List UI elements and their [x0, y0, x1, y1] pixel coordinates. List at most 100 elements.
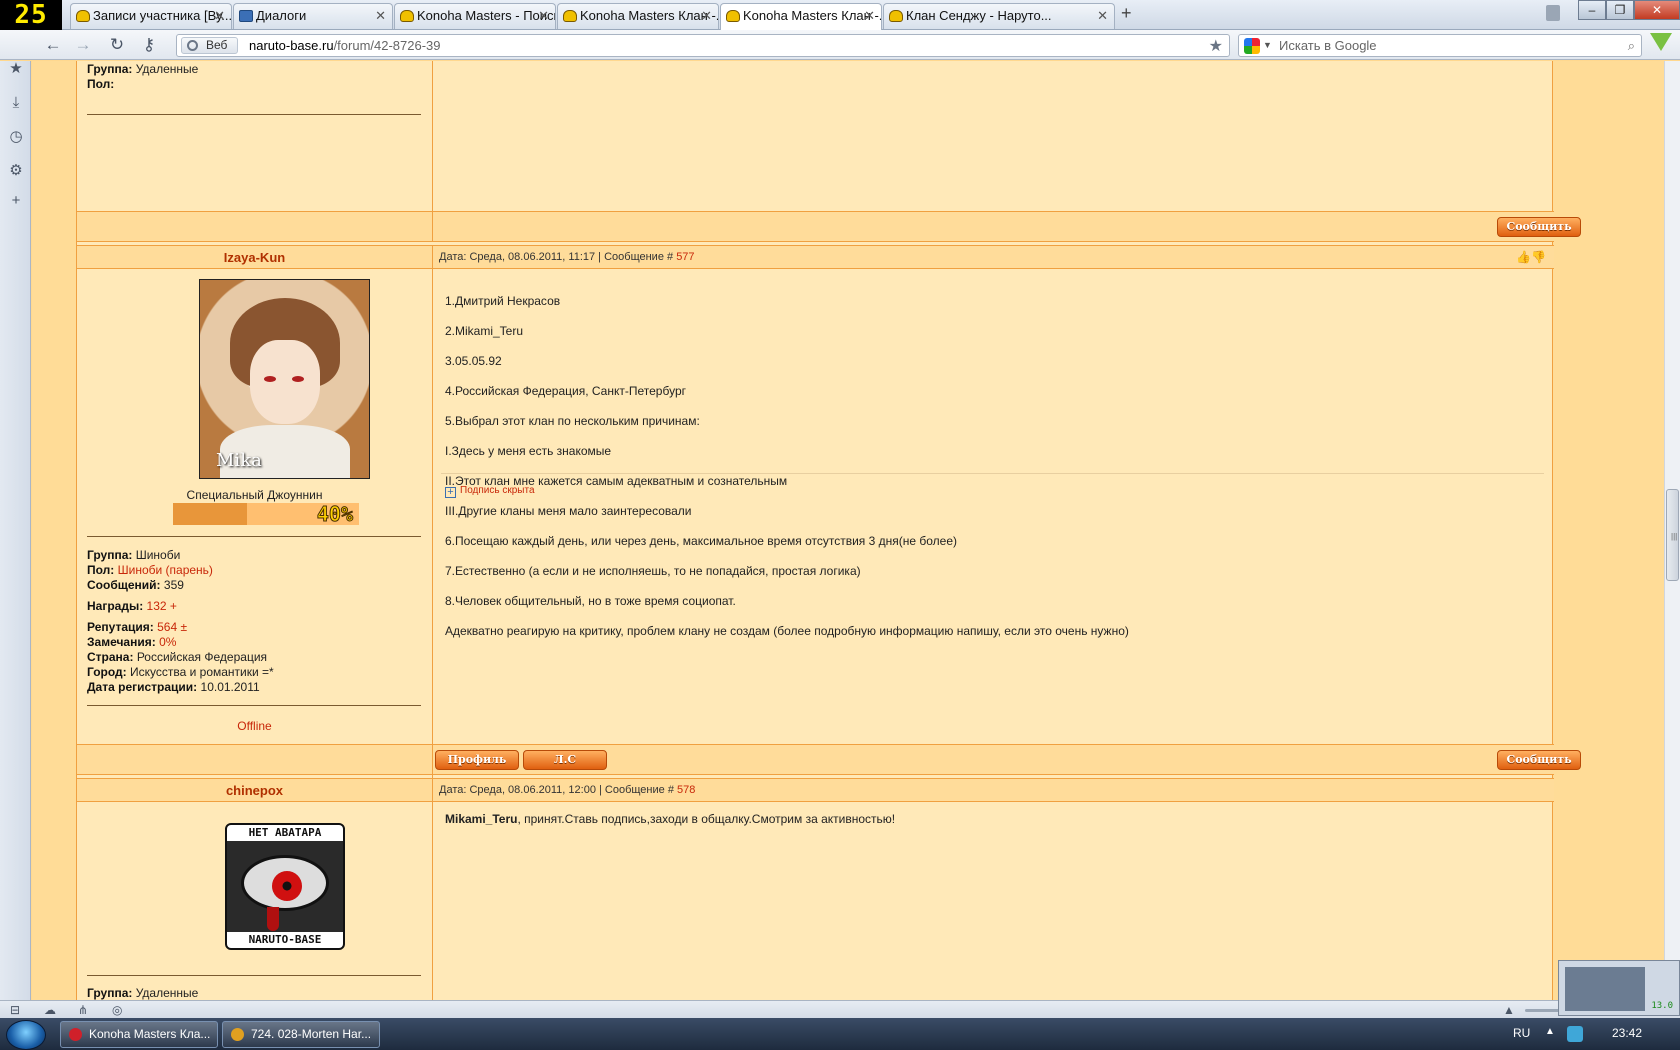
speed-dial-icon[interactable]: ◎ — [112, 1003, 122, 1017]
tab-clan-active[interactable]: Konoha Masters Клан -... ✕ — [720, 3, 882, 30]
no-avatar-image[interactable]: НЕТ АВАТАРА NARUTO-BASE — [225, 823, 345, 950]
avatar[interactable]: Mika — [199, 279, 370, 479]
info-warnings: Замечания: 0% — [87, 635, 177, 649]
online-status: Offline — [237, 719, 272, 733]
user-rank: Специальный Джоуннин — [186, 488, 323, 502]
profile-button[interactable]: Профиль — [435, 750, 519, 770]
info-group: Группа: Удаленные — [87, 986, 199, 1000]
tab-search[interactable]: Konoha Masters - Поиск ✕ — [394, 3, 556, 29]
close-icon[interactable]: ✕ — [214, 4, 225, 28]
close-icon[interactable]: ✕ — [375, 4, 386, 28]
language-indicator[interactable]: RU — [1513, 1026, 1530, 1040]
history-clock-icon[interactable]: ◷ — [8, 129, 24, 145]
vertical-scrollbar[interactable]: ||| — [1664, 61, 1680, 1000]
thumbs-down-icon[interactable]: 👎 — [1531, 250, 1546, 264]
tray-expand-icon[interactable]: ▲ — [1545, 1026, 1555, 1037]
download-arrow-icon[interactable] — [1650, 33, 1672, 51]
signature-toggle[interactable]: + Подпись скрыта — [445, 485, 535, 498]
downloads-icon[interactable]: ⤓ — [8, 95, 24, 111]
key-icon[interactable]: ⚷ — [138, 34, 160, 56]
new-tab-button[interactable]: + — [1121, 3, 1132, 24]
private-message-button[interactable]: Л.С — [523, 750, 607, 770]
post-number-link[interactable]: 578 — [677, 784, 695, 796]
info-country: Страна: Российская Федерация — [87, 650, 268, 664]
tab-user-posts[interactable]: Записи участника [Ву... ✕ — [70, 3, 232, 29]
close-icon[interactable]: ✕ — [1097, 4, 1108, 28]
report-button[interactable]: Сообщить — [1497, 750, 1581, 770]
scrollbar-thumb[interactable]: ||| — [1666, 489, 1679, 581]
close-icon[interactable]: ✕ — [538, 4, 549, 28]
post-577-actions: Профиль Л.С Сообщить — [77, 745, 1581, 774]
naruto-helmet-icon — [400, 10, 414, 22]
expand-plus-icon: + — [445, 487, 456, 498]
avatar-caption-bottom: NARUTO-BASE — [227, 932, 343, 948]
bookmark-star-icon[interactable]: ★ — [1209, 36, 1223, 56]
info-group: Группа: Шиноби — [87, 548, 181, 562]
reputation-link[interactable]: 564 — [157, 620, 177, 634]
trash-icon[interactable] — [1546, 5, 1560, 21]
tab-label: Konoha Masters Клан -... — [580, 8, 719, 23]
warnings-link[interactable]: 0% — [159, 635, 176, 649]
minimize-button[interactable]: – — [1578, 0, 1606, 20]
username-link[interactable]: Izaya-Kun — [77, 250, 432, 265]
back-arrow-icon[interactable]: ← — [42, 34, 64, 56]
url-text[interactable]: naruto-base.ru/forum/42-8726-39 — [249, 38, 441, 53]
tab-label: Konoha Masters - Поиск — [417, 8, 556, 23]
restore-button[interactable]: ❐ — [1606, 0, 1634, 20]
tab-label: Записи участника [Ву... — [93, 8, 232, 23]
search-input[interactable]: ▼ Искать в Google ⌕ — [1238, 34, 1642, 57]
divider — [77, 774, 1554, 775]
panel-toggle-icon[interactable]: ⊟ — [10, 1003, 20, 1017]
username-link[interactable]: chinepox — [77, 783, 432, 798]
add-award-button[interactable]: + — [170, 599, 177, 613]
post-number-link[interactable]: 577 — [676, 251, 694, 263]
address-bar[interactable]: Веб naruto-base.ru/forum/42-8726-39 ★ — [176, 34, 1230, 57]
naruto-helmet-icon — [76, 10, 90, 22]
chevron-down-icon[interactable]: ▼ — [1263, 35, 1272, 56]
tray-app-icon[interactable] — [1567, 1026, 1583, 1042]
bookmarks-star-icon[interactable]: ★ — [8, 61, 24, 77]
post-meta: Дата: Среда, 08.06.2011, 12:00 | Сообщен… — [439, 784, 696, 796]
tab-senju-clan[interactable]: Клан Сенджу - Наруто... ✕ — [883, 3, 1115, 29]
settings-gear-icon[interactable]: ⚙ — [8, 163, 24, 179]
info-awards: Награды: 132 + — [87, 599, 177, 613]
thumbs-up-icon[interactable]: 👍 — [1516, 250, 1531, 264]
close-icon[interactable]: ✕ — [701, 4, 712, 28]
search-icon[interactable]: ⌕ — [1628, 35, 1635, 56]
user-info: Группа: Шиноби Пол: Шиноби (парень) Сооб… — [87, 548, 274, 695]
search-placeholder: Искать в Google — [1279, 38, 1377, 53]
share-icon[interactable]: ⋔ — [78, 1003, 88, 1017]
preview-thumbnail[interactable]: 13.0 — [1558, 960, 1680, 1016]
taskbar-item-browser[interactable]: Konoha Masters Кла... — [60, 1021, 218, 1048]
forward-arrow-icon[interactable]: → — [72, 34, 94, 56]
winamp-icon — [231, 1028, 244, 1041]
info-registration: Дата регистрации: 10.01.2011 — [87, 680, 260, 694]
opera-icon — [69, 1028, 82, 1041]
divider — [77, 801, 1554, 802]
column-divider — [432, 268, 433, 804]
add-panel-icon[interactable]: + — [8, 193, 24, 209]
tab-label: Диалоги — [256, 8, 307, 23]
google-icon[interactable] — [1244, 38, 1260, 54]
reload-icon[interactable]: ↻ — [106, 34, 128, 56]
separator — [87, 975, 421, 976]
awards-link[interactable]: 132 — [147, 599, 167, 613]
tab-dialogs[interactable]: Диалоги ✕ — [233, 3, 393, 29]
info-messages: Сообщений: 359 — [87, 578, 184, 592]
tab-clan-1[interactable]: Konoha Masters Клан -... ✕ — [557, 3, 719, 29]
separator — [87, 536, 421, 537]
rank-percent: 40% — [316, 502, 353, 527]
report-button[interactable]: Сообщить — [1497, 217, 1581, 237]
separator — [87, 114, 421, 115]
site-info-badge[interactable]: Веб — [181, 37, 239, 54]
taskbar-item-player[interactable]: 724. 028-Morten Har... — [222, 1021, 380, 1048]
close-icon[interactable]: ✕ — [864, 4, 875, 28]
cloud-icon[interactable]: ☁ — [44, 1003, 56, 1017]
close-window-button[interactable]: ✕ — [1634, 0, 1680, 20]
divider — [77, 241, 1554, 242]
chevron-up-icon[interactable]: ▲ — [1503, 1003, 1515, 1017]
meter-readout: 13.0 — [1651, 1001, 1673, 1011]
clock[interactable]: 23:42 — [1612, 1026, 1642, 1040]
change-reputation-button[interactable]: ± — [180, 620, 187, 634]
start-button[interactable] — [6, 1020, 46, 1050]
